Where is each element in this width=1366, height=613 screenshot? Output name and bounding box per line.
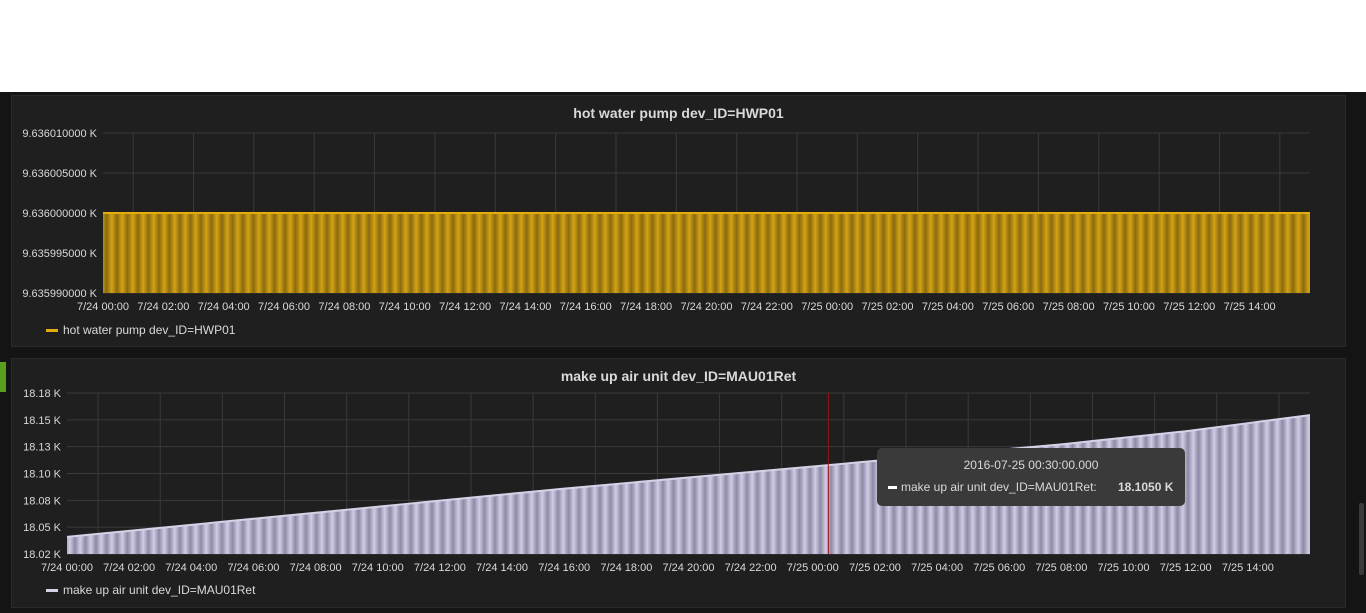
legend-item[interactable]: make up air unit dev_ID=MAU01Ret (46, 583, 255, 597)
x-tick-label: 7/24 04:00 (165, 562, 217, 574)
scrollbar-thumb[interactable] (1359, 503, 1364, 575)
legend-item[interactable]: hot water pump dev_ID=HWP01 (46, 323, 235, 337)
x-tick-label: 7/24 12:00 (414, 562, 466, 574)
x-tick-label: 7/24 16:00 (560, 301, 612, 313)
x-tick-label: 7/24 22:00 (741, 301, 793, 313)
x-tick-label: 7/25 12:00 (1160, 562, 1212, 574)
x-tick-label: 7/24 10:00 (379, 301, 431, 313)
x-tick-label: 7/25 14:00 (1222, 562, 1274, 574)
x-tick-label: 7/24 02:00 (137, 301, 189, 313)
y-tick-label: 18.10 K (23, 469, 62, 481)
y-tick-label: 18.08 K (23, 495, 62, 507)
x-tick-label: 7/25 00:00 (801, 301, 853, 313)
y-tick-label: 18.15 K (23, 415, 62, 427)
tooltip-swatch (888, 485, 897, 489)
x-tick-label: 7/24 16:00 (538, 562, 590, 574)
x-tick-label: 7/24 02:00 (103, 562, 155, 574)
row-collapse-handle[interactable] (0, 362, 6, 392)
x-tick-label: 7/24 18:00 (600, 562, 652, 574)
chart-hot-water-pump: 9.636010000 K 9.636005000 K 9.636000000 K 9… (22, 128, 1310, 313)
legend-label: make up air unit dev_ID=MAU01Ret (63, 583, 256, 597)
legend-swatch (46, 588, 58, 592)
x-tick-label: 7/24 08:00 (290, 562, 342, 574)
panel-hot-water-pump: hot water pump dev_ID=HWP01 9.636010000 … (11, 95, 1346, 347)
y-tick-label: 9.635990000 K (22, 288, 97, 300)
x-tick-label: 7/24 12:00 (439, 301, 491, 313)
legend-label: hot water pump dev_ID=HWP01 (63, 323, 236, 337)
x-tick-label: 7/25 10:00 (1098, 562, 1150, 574)
y-tick-label: 18.13 K (23, 442, 62, 454)
x-tick-label: 7/24 10:00 (352, 562, 404, 574)
y-tick-label: 18.05 K (23, 522, 62, 534)
x-tick-label: 7/24 20:00 (663, 562, 715, 574)
x-tick-label: 7/25 08:00 (1035, 562, 1087, 574)
x-tick-label: 7/24 06:00 (227, 562, 279, 574)
x-tick-label: 7/25 02:00 (862, 301, 914, 313)
legend-swatch (46, 328, 58, 332)
tooltip-time: 2016-07-25 00:30:00.000 (963, 458, 1099, 472)
y-tick-label: 18.02 K (23, 549, 62, 561)
tooltip-value: 18.1050 K (1118, 480, 1174, 494)
x-tick-label: 7/24 00:00 (77, 301, 129, 313)
x-tick-label: 7/24 14:00 (499, 301, 551, 313)
x-tick-label: 7/24 08:00 (318, 301, 370, 313)
x-tick-label: 7/24 04:00 (198, 301, 250, 313)
y-tick-label: 9.636010000 K (22, 128, 97, 140)
series-area (103, 213, 1310, 293)
x-tick-label: 7/25 12:00 (1163, 301, 1215, 313)
x-tick-label: 7/25 04:00 (911, 562, 963, 574)
x-tick-label: 7/24 14:00 (476, 562, 528, 574)
y-tick-label: 9.635995000 K (22, 248, 97, 260)
x-tick-label: 7/25 02:00 (849, 562, 901, 574)
x-tick-label: 7/25 06:00 (982, 301, 1034, 313)
x-tick-label: 7/25 00:00 (787, 562, 839, 574)
hover-tooltip: 2016-07-25 00:30:00.000 make up air unit… (877, 448, 1185, 506)
tooltip-row: make up air unit dev_ID=MAU01Ret: 18.105… (888, 480, 1178, 494)
y-tick-label: 9.636000000 K (22, 208, 97, 220)
y-tick-label: 18.18 K (23, 388, 62, 400)
x-tick-label: 7/25 08:00 (1043, 301, 1095, 313)
x-tick-label: 7/25 10:00 (1103, 301, 1155, 313)
x-tick-label: 7/25 14:00 (1224, 301, 1276, 313)
x-tick-label: 7/25 06:00 (973, 562, 1025, 574)
tooltip-series: make up air unit dev_ID=MAU01Ret: (901, 480, 1097, 494)
x-tick-label: 7/24 22:00 (725, 562, 777, 574)
x-tick-label: 7/24 20:00 (681, 301, 733, 313)
x-tick-label: 7/24 00:00 (41, 562, 93, 574)
x-tick-label: 7/24 06:00 (258, 301, 310, 313)
x-tick-label: 7/25 04:00 (922, 301, 974, 313)
x-tick-label: 7/24 18:00 (620, 301, 672, 313)
y-tick-label: 9.636005000 K (22, 168, 97, 180)
